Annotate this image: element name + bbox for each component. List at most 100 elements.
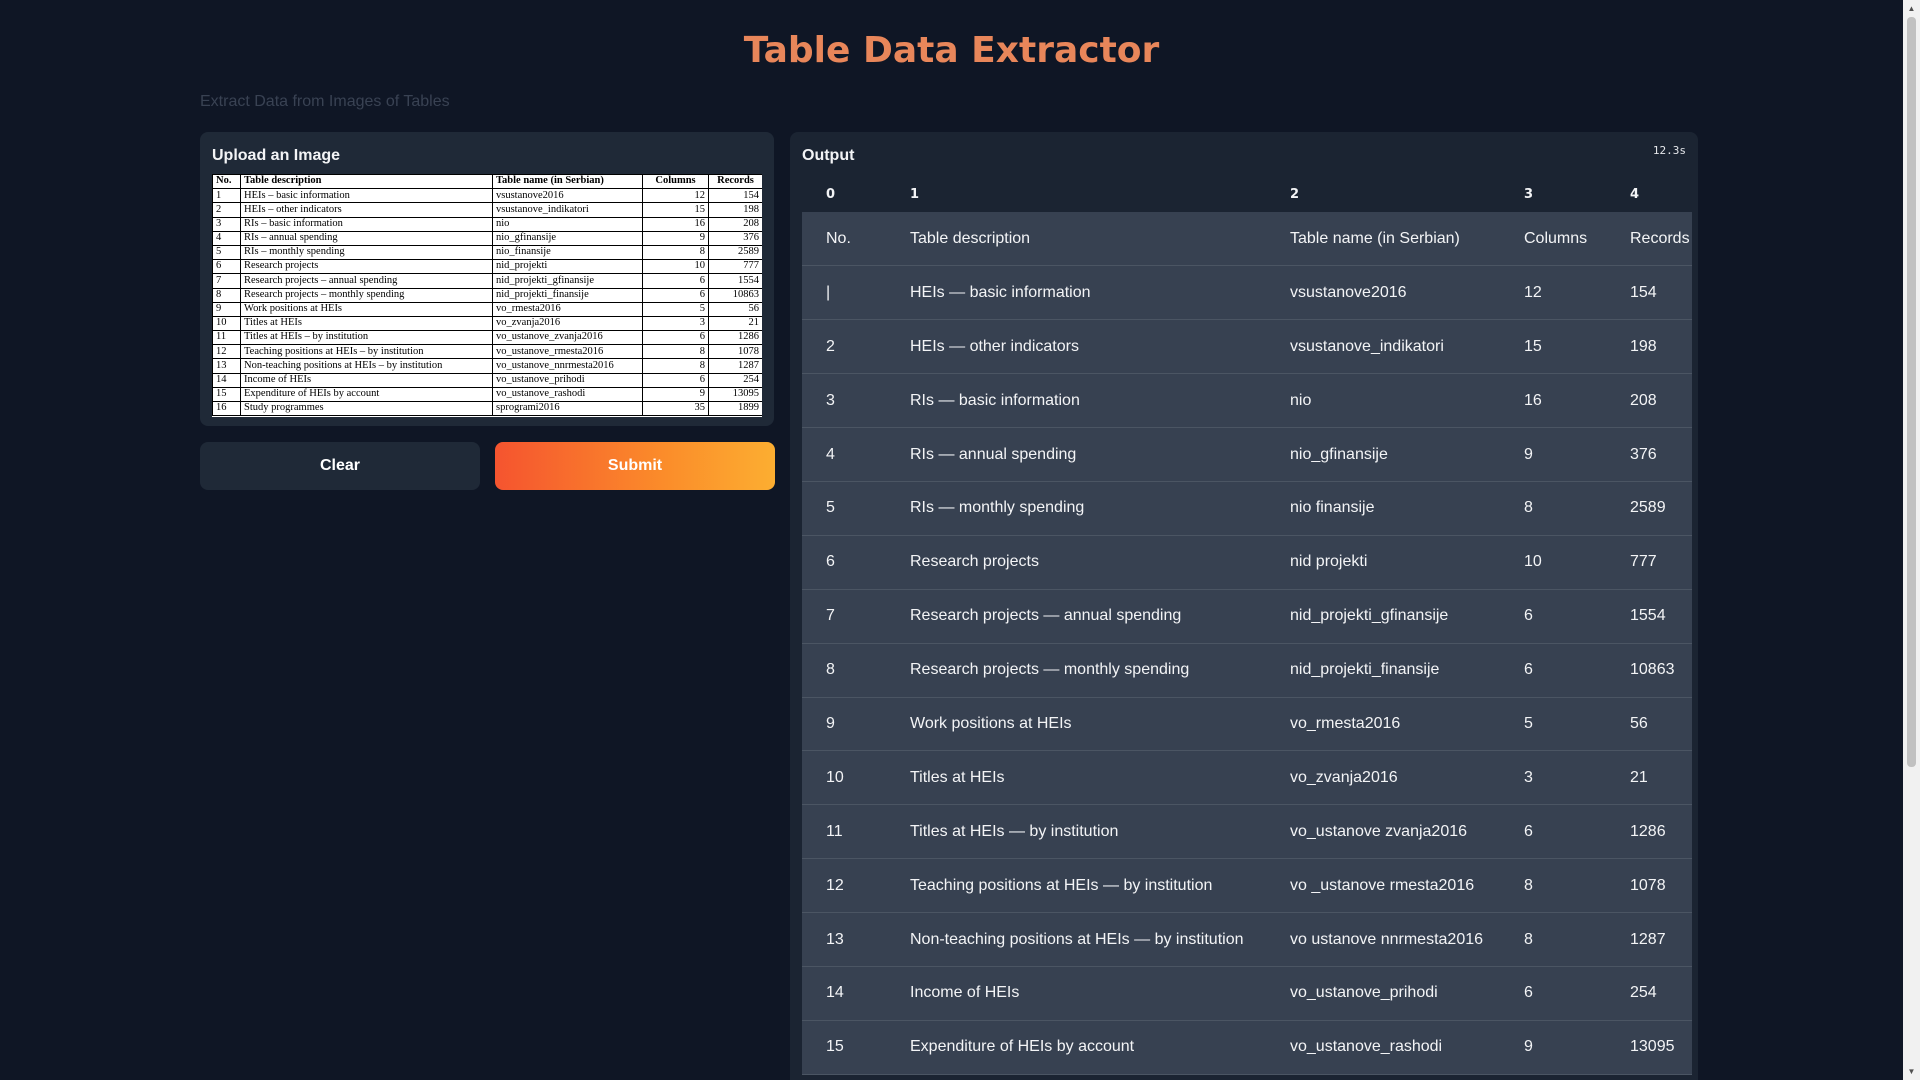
table-cell[interactable]: vsustanove_indikatori	[1266, 319, 1500, 375]
table-cell[interactable]: RIs — monthly spending	[886, 481, 1266, 536]
table-cell[interactable]: vo ustanove nnrmesta2016	[1266, 912, 1500, 967]
table-cell[interactable]: nid_projekti_gfinansije	[1266, 589, 1500, 644]
table-cell[interactable]: 9	[1500, 1020, 1606, 1075]
upload-panel[interactable]: Upload an Image No. Table description Tabl…	[200, 132, 774, 426]
chevron-up-icon[interactable]: ▲	[1903, 0, 1920, 17]
table-cell[interactable]: nid_projekti_finansije	[1266, 643, 1500, 698]
table-cell[interactable]: 14	[802, 966, 886, 1021]
table-cell[interactable]: Research projects — annual spending	[886, 589, 1266, 644]
table-cell[interactable]: vo _ustanove rmesta2016	[1266, 858, 1500, 914]
table-cell[interactable]: 2	[802, 319, 886, 375]
table-cell[interactable]: Columns	[1500, 212, 1606, 267]
table-cell[interactable]: 11	[802, 804, 886, 860]
table-cell[interactable]: HEIs — basic information	[886, 265, 1266, 321]
image-table-cell: HEIs – other indicators	[240, 202, 493, 218]
table-cell[interactable]: nio finansije	[1266, 481, 1500, 536]
table-cell[interactable]: 5	[1500, 697, 1606, 752]
column-index-header[interactable]: 0	[802, 176, 886, 212]
table-cell[interactable]: 254	[1606, 966, 1692, 1021]
table-cell[interactable]: 1287	[1606, 912, 1692, 967]
table-cell[interactable]: 208	[1606, 373, 1692, 429]
table-cell[interactable]: 1078	[1606, 858, 1692, 914]
table-cell[interactable]: vo_ustanove_rashodi	[1266, 1020, 1500, 1075]
column-index-header[interactable]: 1	[886, 176, 1266, 212]
chevron-down-icon[interactable]: ▼	[1903, 1063, 1920, 1080]
table-cell[interactable]: vo_ustanove_prihodi	[1266, 966, 1500, 1021]
table-cell[interactable]: 8	[802, 643, 886, 698]
table-cell[interactable]: 9	[1500, 427, 1606, 482]
table-cell[interactable]: Table description	[886, 212, 1266, 267]
table-cell[interactable]: 1554	[1606, 589, 1692, 644]
table-cell[interactable]: 56	[1606, 697, 1692, 752]
table-cell[interactable]: 4	[802, 427, 886, 482]
table-cell[interactable]: Records	[1606, 212, 1692, 267]
table-cell[interactable]: Non-teaching positions at HEIs — by inst…	[886, 912, 1266, 967]
table-cell[interactable]: |	[802, 265, 886, 321]
table-cell[interactable]: vo_rmesta2016	[1266, 697, 1500, 752]
table-cell[interactable]: 5	[802, 481, 886, 536]
image-table-cell: 4	[212, 230, 241, 246]
table-cell[interactable]: Research projects — monthly spending	[886, 643, 1266, 698]
submit-button[interactable]: Submit	[495, 442, 775, 490]
table-cell[interactable]: 1286	[1606, 804, 1692, 860]
table-cell[interactable]: 15	[1500, 319, 1606, 375]
table-cell[interactable]: 198	[1606, 319, 1692, 375]
table-cell[interactable]: 12	[1500, 265, 1606, 321]
table-cell[interactable]: nid projekti	[1266, 535, 1500, 590]
table-cell[interactable]: 7	[802, 589, 886, 644]
column-index-header[interactable]: 3	[1500, 176, 1606, 212]
clear-button[interactable]: Clear	[200, 442, 480, 490]
table-cell[interactable]: nio	[1266, 373, 1500, 429]
table-cell[interactable]: nio_gfinansije	[1266, 427, 1500, 482]
table-cell[interactable]: Work positions at HEIs	[886, 697, 1266, 752]
table-cell[interactable]: 10	[1500, 535, 1606, 590]
table-cell[interactable]: Titles at HEIs — by institution	[886, 804, 1266, 860]
table-cell[interactable]: Table name (in Serbian)	[1266, 212, 1500, 267]
table-cell[interactable]: 3	[1500, 750, 1606, 806]
table-cell[interactable]: 6	[1500, 966, 1606, 1021]
table-cell[interactable]: Expenditure of HEIs by account	[886, 1020, 1266, 1075]
table-cell[interactable]: 12	[802, 858, 886, 914]
column-index-header[interactable]: 4	[1606, 176, 1692, 212]
table-cell[interactable]: HEIs — other indicators	[886, 319, 1266, 375]
table-cell[interactable]: 10863	[1606, 643, 1692, 698]
table-cell[interactable]: 6	[1500, 804, 1606, 860]
table-cell[interactable]: vsustanove2016	[1266, 265, 1500, 321]
table-cell[interactable]: Research projects	[886, 535, 1266, 590]
image-table-cell: 1286	[708, 330, 762, 346]
table-cell[interactable]: 21	[1606, 750, 1692, 806]
table-cell[interactable]: No.	[802, 212, 886, 267]
table-cell[interactable]: 16	[1500, 373, 1606, 429]
image-table-cell: 1287	[708, 358, 762, 374]
table-cell[interactable]: Teaching positions at HEIs — by institut…	[886, 858, 1266, 914]
uploaded-image-preview[interactable]: No. Table description Table name (in Serbi…	[212, 174, 762, 417]
table-cell[interactable]: RIs — basic information	[886, 373, 1266, 429]
table-cell[interactable]: 13	[802, 912, 886, 967]
table-cell[interactable]: 6	[1500, 589, 1606, 644]
page-scrollbar[interactable]: ▲ ▼	[1903, 0, 1920, 1080]
table-cell[interactable]: 10	[802, 750, 886, 806]
table-cell[interactable]: 3	[802, 373, 886, 429]
table-cell[interactable]: 8	[1500, 912, 1606, 967]
table-cell[interactable]: RIs — annual spending	[886, 427, 1266, 482]
image-table-row: 9 Work positions at HEIs vo_rmesta2016 5 56	[212, 301, 762, 317]
table-cell[interactable]: 9	[802, 697, 886, 752]
table-cell[interactable]: vo_ustanove zvanja2016	[1266, 804, 1500, 860]
scrollbar-thumb[interactable]	[1907, 17, 1916, 767]
image-table-row: 11 Titles at HEIs – by institution vo_usta…	[212, 330, 762, 346]
table-cell[interactable]: 13095	[1606, 1020, 1692, 1075]
table-cell[interactable]: Income of HEIs	[886, 966, 1266, 1021]
table-cell[interactable]: 15	[802, 1020, 886, 1075]
table-cell[interactable]: Titles at HEIs	[886, 750, 1266, 806]
table-cell[interactable]: 8	[1500, 481, 1606, 536]
column-index-header[interactable]: 2	[1266, 176, 1500, 212]
table-cell[interactable]: 6	[802, 535, 886, 590]
table-cell[interactable]: 777	[1606, 535, 1692, 590]
table-cell[interactable]: 2589	[1606, 481, 1692, 536]
table-cell[interactable]: vo_zvanja2016	[1266, 750, 1500, 806]
table-cell[interactable]: 154	[1606, 265, 1692, 321]
table-cell[interactable]: 8	[1500, 858, 1606, 914]
image-table-cell: 198	[708, 202, 762, 218]
table-cell[interactable]: 376	[1606, 427, 1692, 482]
table-cell[interactable]: 6	[1500, 643, 1606, 698]
